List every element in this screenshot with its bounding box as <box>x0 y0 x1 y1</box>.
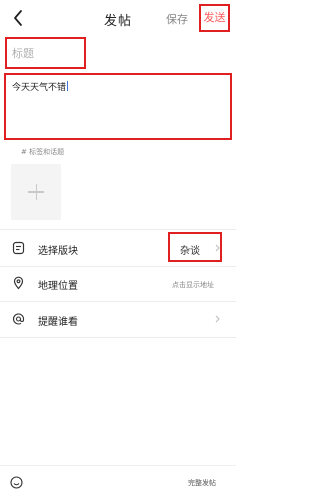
full-post-button[interactable]: 完整发帖 <box>188 478 216 488</box>
post-content-editor[interactable]: 今天天气不错 <box>4 73 232 140</box>
location-label: 地理位置 <box>38 281 78 292</box>
smile-icon[interactable] <box>10 476 23 489</box>
remind-label: 提醒谁看 <box>38 317 78 328</box>
location-row[interactable]: 地理位置 点击显示地址 <box>0 270 236 297</box>
location-pin-icon <box>13 276 24 290</box>
tags-topics-link[interactable]: # 标签和话题 <box>21 147 64 157</box>
post-content-text: 今天天气不错 <box>12 83 67 93</box>
divider <box>0 229 236 230</box>
save-button[interactable]: 保存 <box>166 11 188 27</box>
header-bar: 发帖 保存 发送 <box>0 0 236 38</box>
remind-row[interactable]: 提醒谁看 <box>0 306 236 333</box>
divider <box>0 337 236 338</box>
selected-board-value[interactable]: 杂谈 <box>180 242 200 257</box>
add-image-button[interactable] <box>11 164 61 220</box>
post-title-input[interactable] <box>5 37 86 69</box>
bottom-toolbar: 完整发帖 <box>0 465 236 500</box>
choose-board-label: 选择版块 <box>38 246 78 257</box>
chevron-right-icon <box>215 315 220 323</box>
show-address-hint[interactable]: 点击显示地址 <box>172 280 214 290</box>
chevron-right-icon <box>215 244 220 252</box>
board-icon <box>12 241 25 255</box>
divider <box>0 266 236 267</box>
send-button[interactable]: 发送 <box>199 4 230 32</box>
at-mention-icon <box>12 313 25 325</box>
choose-board-row[interactable]: 选择版块 杂谈 <box>0 232 236 262</box>
divider <box>0 301 236 302</box>
text-caret <box>67 81 69 91</box>
